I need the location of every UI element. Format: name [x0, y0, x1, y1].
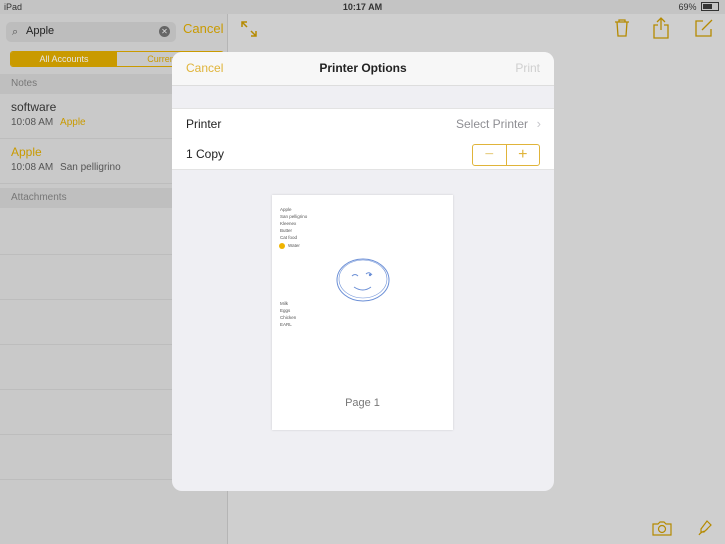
note-preview: San pelligrino	[60, 162, 121, 173]
note-preview: Apple	[60, 117, 86, 128]
attachments-header-label: Attachments	[11, 192, 67, 203]
note-meta: 10:08 AM Apple	[11, 117, 86, 128]
battery-percent: 69%	[678, 2, 697, 12]
cancel-search-button[interactable]: Cancel	[183, 21, 223, 36]
sketch-icon[interactable]	[696, 518, 714, 538]
checkmark-circle-icon	[279, 243, 285, 249]
search-input[interactable]: ⌕ Apple ✕	[6, 22, 176, 42]
dialog-header: Cancel Printer Options Print	[172, 52, 554, 86]
search-icon: ⌕	[12, 26, 19, 38]
printer-options-dialog: Cancel Printer Options Print Printer Sel…	[172, 52, 554, 491]
printer-label: Printer	[186, 117, 222, 131]
preview-line: Milk	[280, 301, 288, 306]
preview-line: San pelligrino	[280, 214, 308, 219]
increment-button[interactable]: +	[507, 145, 540, 165]
note-time: 10:08 AM	[11, 162, 54, 173]
page-preview[interactable]: Apple San pelligrino Kleenex Butter Cat …	[272, 195, 453, 430]
note-meta: 10:08 AM San pelligrino	[11, 162, 121, 173]
status-bar: iPad 10:17 AM 69%	[0, 0, 725, 14]
share-icon[interactable]	[653, 17, 669, 39]
copies-row: 1 Copy − +	[172, 139, 554, 170]
preview-line: Cat food	[280, 235, 298, 240]
printer-value: Select Printer	[455, 117, 528, 131]
preview-checked-line: Water	[288, 243, 300, 248]
preview-line: Butter	[280, 228, 293, 233]
dialog-title: Printer Options	[319, 61, 407, 75]
preview-line: Apple	[280, 207, 292, 212]
compose-icon[interactable]	[694, 18, 714, 38]
battery-status: 69%	[678, 2, 719, 12]
segment-all-accounts[interactable]: All Accounts	[11, 52, 117, 66]
preview-line: Kleenex	[280, 221, 297, 226]
trash-icon[interactable]	[614, 18, 630, 38]
expand-icon[interactable]	[240, 20, 258, 38]
battery-icon	[701, 2, 719, 11]
decrement-button[interactable]: −	[473, 145, 507, 165]
clear-search-icon[interactable]: ✕	[159, 26, 170, 37]
note-title: Apple	[11, 145, 42, 159]
print-button[interactable]: Print	[515, 61, 540, 75]
printer-row[interactable]: Printer Select Printer ›	[172, 108, 554, 140]
page-number-label: Page 1	[345, 397, 380, 409]
sketch-drawing	[336, 258, 390, 302]
note-time: 10:08 AM	[11, 117, 54, 128]
note-title: software	[11, 100, 57, 114]
copies-label: 1 Copy	[186, 147, 225, 161]
notes-header-label: Notes	[11, 78, 38, 89]
chevron-right-icon: ›	[536, 116, 541, 131]
search-query: Apple	[26, 25, 55, 37]
preview-line: EARL	[280, 322, 292, 327]
camera-icon[interactable]	[652, 520, 672, 536]
preview-line: Eggs	[280, 308, 291, 313]
status-time: 10:17 AM	[342, 2, 383, 12]
preview-line: Chicken	[280, 315, 297, 320]
copies-stepper: − +	[472, 144, 540, 166]
